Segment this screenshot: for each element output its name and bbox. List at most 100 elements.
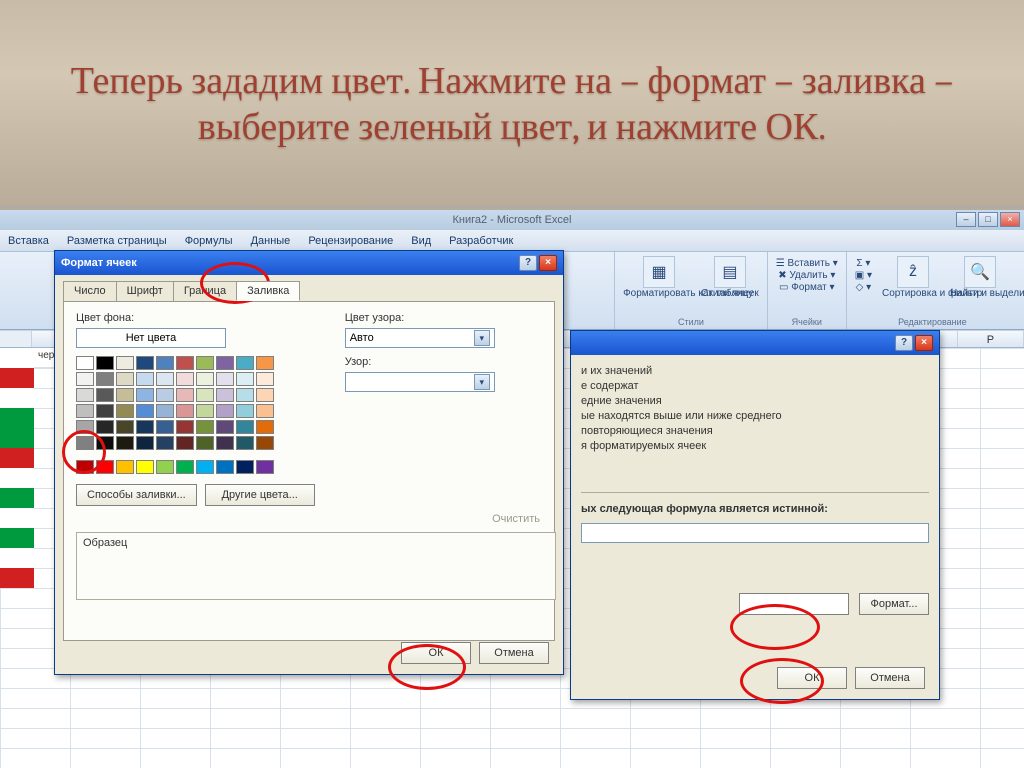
color-swatch[interactable] xyxy=(196,356,214,370)
color-swatch[interactable] xyxy=(176,356,194,370)
color-swatch[interactable] xyxy=(96,372,114,386)
cells-delete[interactable]: ✖ Удалить ▾ xyxy=(776,270,838,281)
color-swatch[interactable] xyxy=(236,356,254,370)
fill-effects-button[interactable]: Способы заливки... xyxy=(76,484,197,506)
color-swatch[interactable] xyxy=(96,356,114,370)
cond-dialog-titlebar[interactable]: ? × xyxy=(571,331,939,355)
clear-icon[interactable]: ◇ ▾ xyxy=(855,282,872,293)
cells-format[interactable]: ▭ Формат ▾ xyxy=(776,282,838,293)
tab-border[interactable]: Граница xyxy=(173,281,237,301)
color-swatch[interactable] xyxy=(96,404,114,418)
color-swatch[interactable] xyxy=(156,388,174,402)
color-swatch[interactable] xyxy=(76,372,94,386)
color-swatch[interactable] xyxy=(156,356,174,370)
color-swatch[interactable] xyxy=(116,460,134,474)
color-swatch[interactable] xyxy=(136,356,154,370)
color-swatch[interactable] xyxy=(236,372,254,386)
format-cells-titlebar[interactable]: Формат ячеек ? × xyxy=(55,251,563,275)
color-swatch[interactable] xyxy=(216,420,234,434)
color-swatch[interactable] xyxy=(236,388,254,402)
sort-filter-icon[interactable]: ẑ xyxy=(897,256,929,288)
minimize-button[interactable]: – xyxy=(956,212,976,227)
maximize-button[interactable]: □ xyxy=(978,212,998,227)
color-swatch[interactable] xyxy=(256,388,274,402)
color-swatch[interactable] xyxy=(76,404,94,418)
color-swatch[interactable] xyxy=(136,436,154,450)
color-swatch[interactable] xyxy=(216,388,234,402)
color-swatch[interactable] xyxy=(196,436,214,450)
close-icon[interactable]: × xyxy=(539,255,557,271)
color-swatch[interactable] xyxy=(156,420,174,434)
cond-ok-button[interactable]: ОК xyxy=(777,667,847,689)
tab-font[interactable]: Шрифт xyxy=(116,281,174,301)
color-swatch[interactable] xyxy=(256,436,274,450)
color-swatch[interactable] xyxy=(196,388,214,402)
color-swatch[interactable] xyxy=(196,372,214,386)
color-swatch[interactable] xyxy=(116,404,134,418)
menu-review[interactable]: Рецензирование xyxy=(308,235,393,247)
color-swatch[interactable] xyxy=(136,372,154,386)
color-swatch[interactable] xyxy=(176,436,194,450)
formula-input[interactable] xyxy=(581,523,929,543)
format-as-table-icon[interactable]: ▦ xyxy=(643,256,675,288)
color-swatch[interactable] xyxy=(256,356,274,370)
color-swatch[interactable] xyxy=(156,436,174,450)
tab-fill[interactable]: Заливка xyxy=(236,281,300,301)
color-swatch[interactable] xyxy=(256,372,274,386)
color-swatch[interactable] xyxy=(116,420,134,434)
color-swatch[interactable] xyxy=(96,436,114,450)
color-swatch[interactable] xyxy=(216,372,234,386)
color-swatch[interactable] xyxy=(76,460,94,474)
color-swatch[interactable] xyxy=(136,460,154,474)
close-button[interactable]: × xyxy=(1000,212,1020,227)
more-colors-button[interactable]: Другие цвета... xyxy=(205,484,315,506)
find-select-icon[interactable]: 🔍 xyxy=(964,256,996,288)
fill-icon[interactable]: ▣ ▾ xyxy=(855,270,872,281)
ok-button[interactable]: ОК xyxy=(401,642,471,664)
color-swatch[interactable] xyxy=(196,460,214,474)
cell-styles-icon[interactable]: ▤ xyxy=(714,256,746,288)
menu-developer[interactable]: Разработчик xyxy=(449,235,513,247)
color-swatch[interactable] xyxy=(176,388,194,402)
color-swatch[interactable] xyxy=(116,372,134,386)
autosum-icon[interactable]: Σ ▾ xyxy=(855,258,872,269)
clear-button[interactable]: Очистить xyxy=(492,513,540,525)
color-swatch[interactable] xyxy=(236,404,254,418)
color-swatch[interactable] xyxy=(236,436,254,450)
help-button[interactable]: ? xyxy=(895,335,913,351)
color-swatch[interactable] xyxy=(176,404,194,418)
color-swatch[interactable] xyxy=(156,460,174,474)
color-swatch[interactable] xyxy=(256,404,274,418)
color-swatch[interactable] xyxy=(216,404,234,418)
color-swatch[interactable] xyxy=(176,420,194,434)
color-swatch[interactable] xyxy=(196,404,214,418)
color-swatch[interactable] xyxy=(136,420,154,434)
color-swatch[interactable] xyxy=(216,436,234,450)
color-swatch[interactable] xyxy=(116,356,134,370)
color-swatch[interactable] xyxy=(116,436,134,450)
no-color-button[interactable]: Нет цвета xyxy=(76,328,226,348)
color-swatch[interactable] xyxy=(136,404,154,418)
color-swatch[interactable] xyxy=(136,388,154,402)
help-button[interactable]: ? xyxy=(519,255,537,271)
format-button[interactable]: Формат... xyxy=(859,593,929,615)
cond-cancel-button[interactable]: Отмена xyxy=(855,667,925,689)
color-swatch[interactable] xyxy=(156,404,174,418)
color-swatch[interactable] xyxy=(96,420,114,434)
color-swatch[interactable] xyxy=(236,460,254,474)
menu-formulas[interactable]: Формулы xyxy=(185,235,233,247)
color-swatch[interactable] xyxy=(156,372,174,386)
color-swatch[interactable] xyxy=(236,420,254,434)
pattern-style-dropdown[interactable]: ▾ xyxy=(345,372,495,392)
color-swatch[interactable] xyxy=(116,388,134,402)
menu-insert[interactable]: Вставка xyxy=(8,235,49,247)
close-icon[interactable]: × xyxy=(915,335,933,351)
color-swatch[interactable] xyxy=(96,388,114,402)
menu-page-layout[interactable]: Разметка страницы xyxy=(67,235,167,247)
cells-insert[interactable]: ☰ Вставить ▾ xyxy=(776,258,838,269)
color-swatch[interactable] xyxy=(196,420,214,434)
tab-number[interactable]: Число xyxy=(63,281,117,301)
color-swatch[interactable] xyxy=(176,372,194,386)
color-swatch[interactable] xyxy=(216,460,234,474)
color-swatch[interactable] xyxy=(76,436,94,450)
